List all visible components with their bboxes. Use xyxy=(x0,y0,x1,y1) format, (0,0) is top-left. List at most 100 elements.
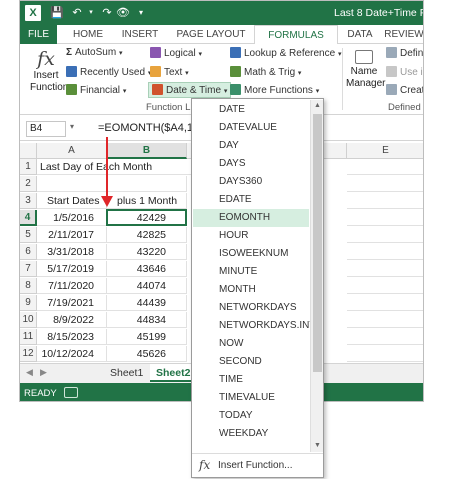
sheet-next-icon[interactable]: ▶ xyxy=(40,367,47,378)
menu-item-networkdays-intl[interactable]: NETWORKDAYS.INTL xyxy=(193,317,321,335)
tab-review[interactable]: REVIEW xyxy=(382,25,423,44)
menu-item-today[interactable]: TODAY xyxy=(193,407,309,425)
start-date-cell[interactable]: 8/9/2022 xyxy=(37,312,107,328)
header-cell-plus-1-month[interactable]: plus 1 Month xyxy=(107,193,187,209)
cell[interactable] xyxy=(37,176,107,192)
menu-item-timevalue[interactable]: TIMEVALUE xyxy=(193,389,309,407)
autosum-button[interactable]: Σ AutoSum ▾ xyxy=(66,47,122,58)
row-header[interactable]: 3 xyxy=(20,193,37,209)
value-cell[interactable]: 44834 xyxy=(107,312,187,328)
start-date-cell[interactable]: 3/31/2018 xyxy=(37,244,107,260)
menu-item-datevalue[interactable]: DATEVALUE xyxy=(193,119,309,137)
quick-access-icon[interactable]: 👁 xyxy=(116,5,130,21)
tab-file[interactable]: FILE xyxy=(20,25,57,44)
row-header[interactable]: 8 xyxy=(20,278,37,294)
menu-item-minute[interactable]: MINUTE xyxy=(193,263,309,281)
tab-home[interactable]: HOME xyxy=(66,25,110,44)
more-functions-button[interactable]: More Functions ▾ xyxy=(230,84,319,96)
recently-used-button[interactable]: Recently Used ▾ xyxy=(66,66,151,78)
chevron-down-icon[interactable]: ▾ xyxy=(70,122,74,131)
value-cell[interactable]: 43220 xyxy=(107,244,187,260)
undo-icon[interactable]: ↶ xyxy=(70,5,84,21)
row-header[interactable]: 9 xyxy=(20,295,37,311)
start-date-cell[interactable]: 7/11/2020 xyxy=(37,278,107,294)
cell[interactable] xyxy=(347,159,423,175)
column-header-e[interactable]: E xyxy=(347,143,423,159)
define-name-button[interactable]: Defin xyxy=(386,47,423,59)
cell[interactable] xyxy=(347,295,423,311)
name-box[interactable]: B4 xyxy=(26,121,66,137)
value-cell[interactable]: 45199 xyxy=(107,329,187,345)
menu-item-eomonth[interactable]: EOMONTH xyxy=(193,209,309,227)
menu-item-month[interactable]: MONTH xyxy=(193,281,309,299)
menu-item-edate[interactable]: EDATE xyxy=(193,191,309,209)
save-icon[interactable]: 💾 xyxy=(50,5,64,21)
value-cell[interactable]: 44074 xyxy=(107,278,187,294)
tab-formulas[interactable]: FORMULAS xyxy=(254,25,338,45)
select-all-corner[interactable] xyxy=(20,143,37,159)
column-header-b[interactable]: B xyxy=(107,143,187,159)
cell[interactable] xyxy=(347,193,423,209)
dropdown-scrollbar[interactable]: ▲ ▼ xyxy=(310,100,323,452)
sheet-tab-sheet2[interactable]: Sheet2 xyxy=(150,364,197,382)
use-in-formula-button[interactable]: Use in xyxy=(386,66,423,78)
math-trig-button[interactable]: Math & Trig ▾ xyxy=(230,66,301,78)
cell[interactable] xyxy=(347,278,423,294)
sheet-prev-icon[interactable]: ◀ xyxy=(26,367,33,378)
cell[interactable] xyxy=(107,176,187,192)
sheet-tab-sheet1[interactable]: Sheet1 xyxy=(104,364,149,382)
cell[interactable] xyxy=(347,227,423,243)
customize-qat-icon[interactable]: ▾ xyxy=(134,5,148,21)
value-cell[interactable]: 43646 xyxy=(107,261,187,277)
value-cell[interactable]: 44439 xyxy=(107,295,187,311)
financial-button[interactable]: Financial ▾ xyxy=(66,84,126,96)
scroll-down-icon[interactable]: ▼ xyxy=(311,440,324,452)
menu-item-day[interactable]: DAY xyxy=(193,137,309,155)
start-date-cell[interactable]: 5/17/2019 xyxy=(37,261,107,277)
start-date-cell[interactable]: 1/5/2016 xyxy=(37,210,107,226)
row-header[interactable]: 7 xyxy=(20,261,37,277)
value-cell[interactable]: 45626 xyxy=(107,346,187,362)
cell[interactable] xyxy=(347,312,423,328)
insert-function-button[interactable]: fx Insert Function xyxy=(30,48,68,94)
tab-data[interactable]: DATA xyxy=(340,25,380,44)
row-header[interactable]: 2 xyxy=(20,176,37,192)
formula-input[interactable]: =EOMONTH($A4,1) xyxy=(98,122,197,134)
name-manager-button[interactable]: Name Manager xyxy=(346,50,385,90)
start-date-cell[interactable]: 10/12/2024 xyxy=(37,346,107,362)
row-header[interactable]: 4 xyxy=(20,210,37,226)
macro-record-icon[interactable] xyxy=(64,387,78,398)
menu-item-networkdays[interactable]: NETWORKDAYS xyxy=(193,299,309,317)
menu-item-hour[interactable]: HOUR xyxy=(193,227,309,245)
logical-button[interactable]: Logical ▾ xyxy=(150,47,202,59)
scrollbar-thumb[interactable] xyxy=(313,114,322,372)
insert-function-menu-item[interactable]: fx Insert Function... xyxy=(192,453,323,477)
menu-item-time[interactable]: TIME xyxy=(193,371,309,389)
menu-item-now[interactable]: NOW xyxy=(193,335,309,353)
cell[interactable] xyxy=(347,244,423,260)
menu-item-isoweeknum[interactable]: ISOWEEKNUM xyxy=(193,245,309,263)
header-cell-start-dates[interactable]: Start Dates xyxy=(37,193,107,209)
cell[interactable] xyxy=(347,329,423,345)
tab-page-layout[interactable]: PAGE LAYOUT xyxy=(170,25,252,44)
menu-item-second[interactable]: SECOND xyxy=(193,353,309,371)
column-header-a[interactable]: A xyxy=(37,143,107,159)
value-cell[interactable]: 42825 xyxy=(107,227,187,243)
row-header[interactable]: 12 xyxy=(20,346,37,362)
title-cell[interactable]: Last Day of Each Month xyxy=(37,159,217,175)
menu-item-days[interactable]: DAYS xyxy=(193,155,309,173)
row-header[interactable]: 1 xyxy=(20,159,37,175)
menu-item-weekday[interactable]: WEEKDAY xyxy=(193,425,309,443)
row-header[interactable]: 5 xyxy=(20,227,37,243)
cell[interactable] xyxy=(347,261,423,277)
row-header[interactable]: 10 xyxy=(20,312,37,328)
date-time-button[interactable]: Date & Time ▾ xyxy=(148,82,232,98)
menu-item-days360[interactable]: DAYS360 xyxy=(193,173,309,191)
scroll-up-icon[interactable]: ▲ xyxy=(311,100,324,112)
text-button[interactable]: Text ▾ xyxy=(150,66,189,78)
start-date-cell[interactable]: 2/11/2017 xyxy=(37,227,107,243)
start-date-cell[interactable]: 7/19/2021 xyxy=(37,295,107,311)
cell[interactable] xyxy=(347,346,423,362)
redo-icon[interactable]: ↷ xyxy=(100,5,114,21)
cell[interactable] xyxy=(347,176,423,192)
